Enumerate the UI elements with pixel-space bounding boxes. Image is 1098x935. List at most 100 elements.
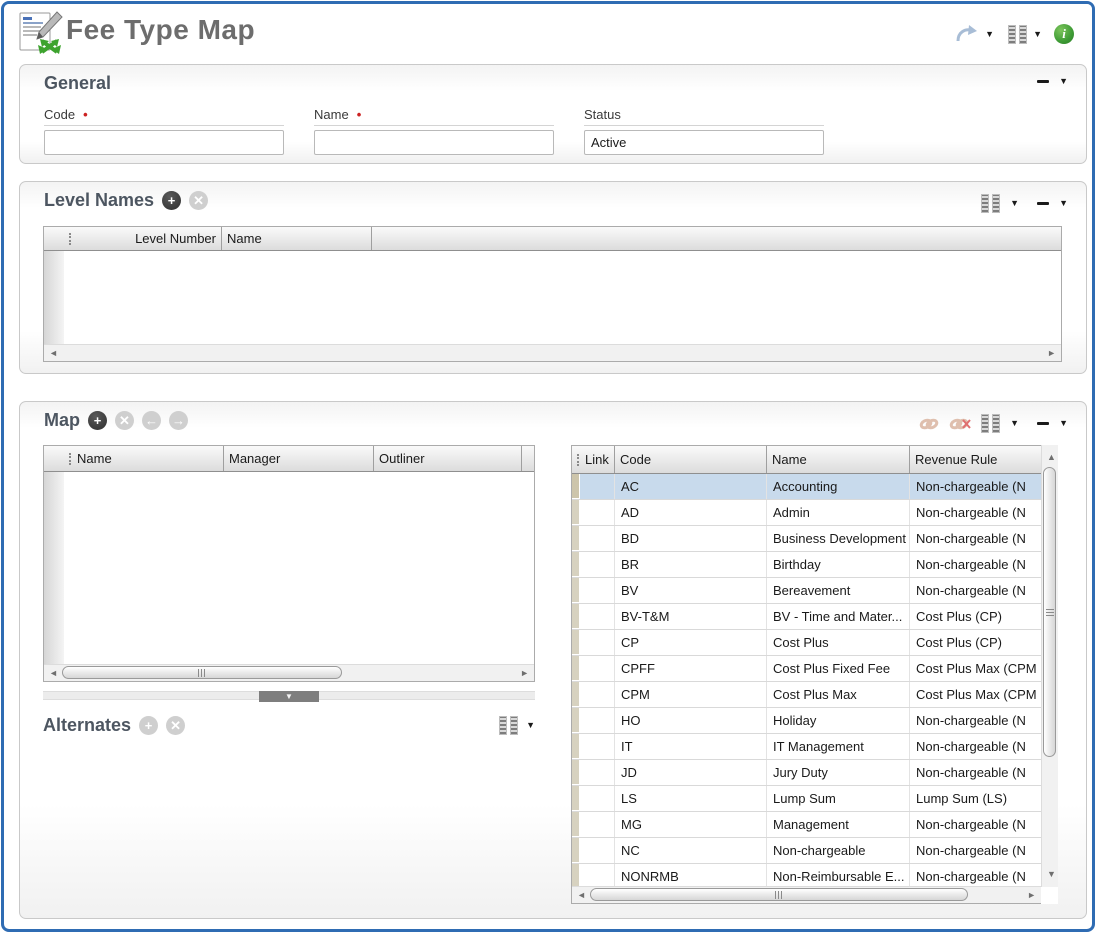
chevron-down-icon[interactable]: ▼ <box>1033 30 1042 39</box>
cell-name: Business Development <box>767 526 910 551</box>
code-field-label: Code• <box>44 107 284 126</box>
chevron-down-icon[interactable]: ▼ <box>1059 419 1068 428</box>
name-field-label: Name• <box>314 107 554 126</box>
collapse-icon[interactable] <box>1037 422 1049 425</box>
column-chooser-icon[interactable] <box>981 194 1000 213</box>
cell-rule: Cost Plus Max (CPM <box>910 656 1041 681</box>
table-row[interactable]: NONRMBNon-Reimbursable E...Non-chargeabl… <box>572 864 1041 888</box>
horizontal-scrollbar[interactable]: ◄ ► <box>44 344 1061 361</box>
table-row[interactable]: BDBusiness DevelopmentNon-chargeable (N <box>572 526 1041 552</box>
column-chooser-icon[interactable] <box>981 414 1000 433</box>
scroll-left-icon[interactable]: ◄ <box>49 669 58 678</box>
chevron-down-icon[interactable]: ▼ <box>1010 419 1019 428</box>
table-row[interactable]: ITIT ManagementNon-chargeable (N <box>572 734 1041 760</box>
column-chooser-icon[interactable] <box>1008 25 1027 44</box>
table-row[interactable]: CPFFCost Plus Fixed FeeCost Plus Max (CP… <box>572 656 1041 682</box>
column-header-level-number[interactable]: Level Number <box>72 227 222 250</box>
cell-name: Cost Plus Fixed Fee <box>767 656 910 681</box>
pane-splitter[interactable]: ▼ <box>43 691 535 700</box>
cell-name: Cost Plus Max <box>767 682 910 707</box>
scroll-left-icon[interactable]: ◄ <box>49 349 58 358</box>
delete-alternate-button[interactable]: ✕ <box>166 716 185 735</box>
cell-ind <box>572 630 580 655</box>
table-row[interactable]: JDJury DutyNon-chargeable (N <box>572 760 1041 786</box>
vertical-scrollbar[interactable]: ▲ ▼ <box>1041 445 1058 887</box>
scroll-right-icon[interactable]: ► <box>1047 349 1056 358</box>
column-header-code[interactable]: Code <box>615 446 767 473</box>
info-icon[interactable]: i <box>1054 24 1074 44</box>
add-level-button[interactable]: + <box>162 191 181 210</box>
table-row[interactable]: MGManagementNon-chargeable (N <box>572 812 1041 838</box>
scroll-up-icon[interactable]: ▲ <box>1047 453 1056 462</box>
table-row[interactable]: HOHolidayNon-chargeable (N <box>572 708 1041 734</box>
column-header-name[interactable]: Name <box>767 446 910 473</box>
status-field-label: Status <box>584 107 824 126</box>
horizontal-scrollbar[interactable]: ◄ ► <box>572 886 1041 903</box>
column-header-outliner[interactable]: Outliner <box>374 446 522 471</box>
table-row[interactable]: BVBereavementNon-chargeable (N <box>572 578 1041 604</box>
column-header-name[interactable]: Name <box>72 446 224 471</box>
cell-code: JD <box>615 760 767 785</box>
drag-handle-icon[interactable] <box>69 233 71 245</box>
table-row[interactable]: BV-T&MBV - Time and Mater...Cost Plus (C… <box>572 604 1041 630</box>
scrollbar-thumb[interactable] <box>590 888 968 901</box>
cell-link <box>580 552 615 577</box>
cell-rule: Cost Plus (CP) <box>910 630 1041 655</box>
code-input[interactable] <box>44 130 284 155</box>
drag-handle-icon[interactable] <box>577 454 579 466</box>
move-right-button[interactable]: → <box>169 411 188 430</box>
table-row[interactable]: LSLump SumLump Sum (LS) <box>572 786 1041 812</box>
add-map-button[interactable]: + <box>88 411 107 430</box>
delete-level-button[interactable]: ✕ <box>189 191 208 210</box>
cell-name: Non-Reimbursable E... <box>767 864 910 888</box>
column-chooser-icon[interactable] <box>499 716 518 735</box>
cell-link <box>580 578 615 603</box>
scrollbar-thumb[interactable] <box>62 666 342 679</box>
chevron-down-icon[interactable]: ▼ <box>1059 199 1068 208</box>
column-header-name[interactable]: Name <box>222 227 372 250</box>
table-row[interactable]: ADAdminNon-chargeable (N <box>572 500 1041 526</box>
general-section: General ▼ Code• Name• Status <box>19 64 1087 164</box>
move-left-button[interactable]: ← <box>142 411 161 430</box>
scrollbar-thumb[interactable] <box>1043 467 1056 757</box>
collapse-icon[interactable] <box>1037 80 1049 83</box>
cell-link <box>580 656 615 681</box>
table-row[interactable]: BRBirthdayNon-chargeable (N <box>572 552 1041 578</box>
scroll-right-icon[interactable]: ► <box>1027 891 1036 900</box>
cell-code: AD <box>615 500 767 525</box>
scroll-down-icon[interactable]: ▼ <box>1047 870 1056 879</box>
column-header-manager[interactable]: Manager <box>224 446 374 471</box>
scroll-right-icon[interactable]: ► <box>520 669 529 678</box>
required-indicator: • <box>357 107 362 122</box>
cell-name: Management <box>767 812 910 837</box>
table-row[interactable]: NCNon-chargeableNon-chargeable (N <box>572 838 1041 864</box>
scroll-left-icon[interactable]: ◄ <box>577 891 586 900</box>
splitter-collapse-handle[interactable]: ▼ <box>259 691 319 702</box>
add-alternate-button[interactable]: + <box>139 716 158 735</box>
chevron-down-icon[interactable]: ▼ <box>985 30 994 39</box>
cell-ind <box>572 812 580 837</box>
column-header-link[interactable]: Link <box>580 446 615 473</box>
link-icon[interactable] <box>919 416 939 432</box>
cell-link <box>580 474 615 499</box>
status-input[interactable] <box>584 130 824 155</box>
chevron-down-icon[interactable]: ▼ <box>526 721 535 730</box>
cell-rule: Cost Plus Max (CPM <box>910 682 1041 707</box>
name-input[interactable] <box>314 130 554 155</box>
chevron-down-icon[interactable]: ▼ <box>1010 199 1019 208</box>
level-names-section-title: Level Names <box>44 190 154 211</box>
status-field-group: Status <box>584 107 824 155</box>
name-field-group: Name• <box>314 107 554 155</box>
column-header-revenue-rule[interactable]: Revenue Rule <box>910 446 1041 473</box>
table-row[interactable]: CPMCost Plus MaxCost Plus Max (CPM <box>572 682 1041 708</box>
unlink-icon[interactable] <box>949 416 971 432</box>
chevron-down-icon[interactable]: ▼ <box>1059 77 1068 86</box>
table-row[interactable]: CPCost PlusCost Plus (CP) <box>572 630 1041 656</box>
collapse-icon[interactable] <box>1037 202 1049 205</box>
horizontal-scrollbar[interactable]: ◄ ► <box>44 664 534 681</box>
delete-map-button[interactable]: ✕ <box>115 411 134 430</box>
curved-arrow-icon[interactable] <box>955 24 979 44</box>
table-row[interactable]: ACAccountingNon-chargeable (N <box>572 474 1041 500</box>
drag-handle-icon[interactable] <box>69 453 71 465</box>
cell-code: MG <box>615 812 767 837</box>
